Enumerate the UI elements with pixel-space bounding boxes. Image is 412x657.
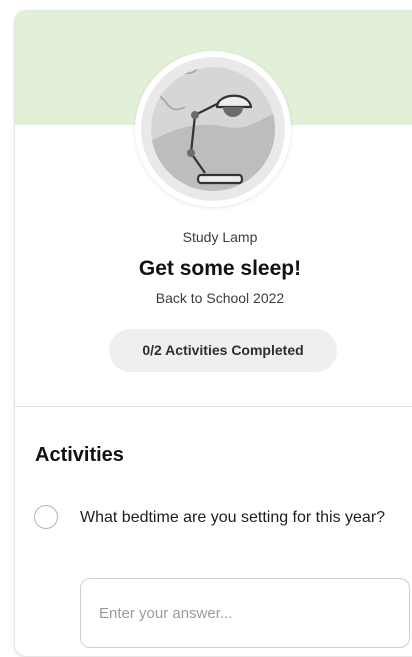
campaign-name: Back to School 2022 <box>155 290 285 306</box>
section-divider <box>15 406 412 407</box>
desk-lamp-icon <box>151 67 275 191</box>
challenge-title: Get some sleep! <box>138 257 302 280</box>
badge <box>135 51 291 207</box>
progress-badge: 0/2 Activities Completed <box>109 329 337 372</box>
activity-checkbox[interactable] <box>34 505 58 529</box>
badge-name: Study Lamp <box>182 229 258 245</box>
activities-heading: Activities <box>35 444 124 466</box>
challenge-card: Study Lamp Get some sleep! Back to Schoo… <box>14 10 412 657</box>
activity-question: What bedtime are you setting for this ye… <box>80 509 386 526</box>
answer-input[interactable] <box>80 578 410 648</box>
